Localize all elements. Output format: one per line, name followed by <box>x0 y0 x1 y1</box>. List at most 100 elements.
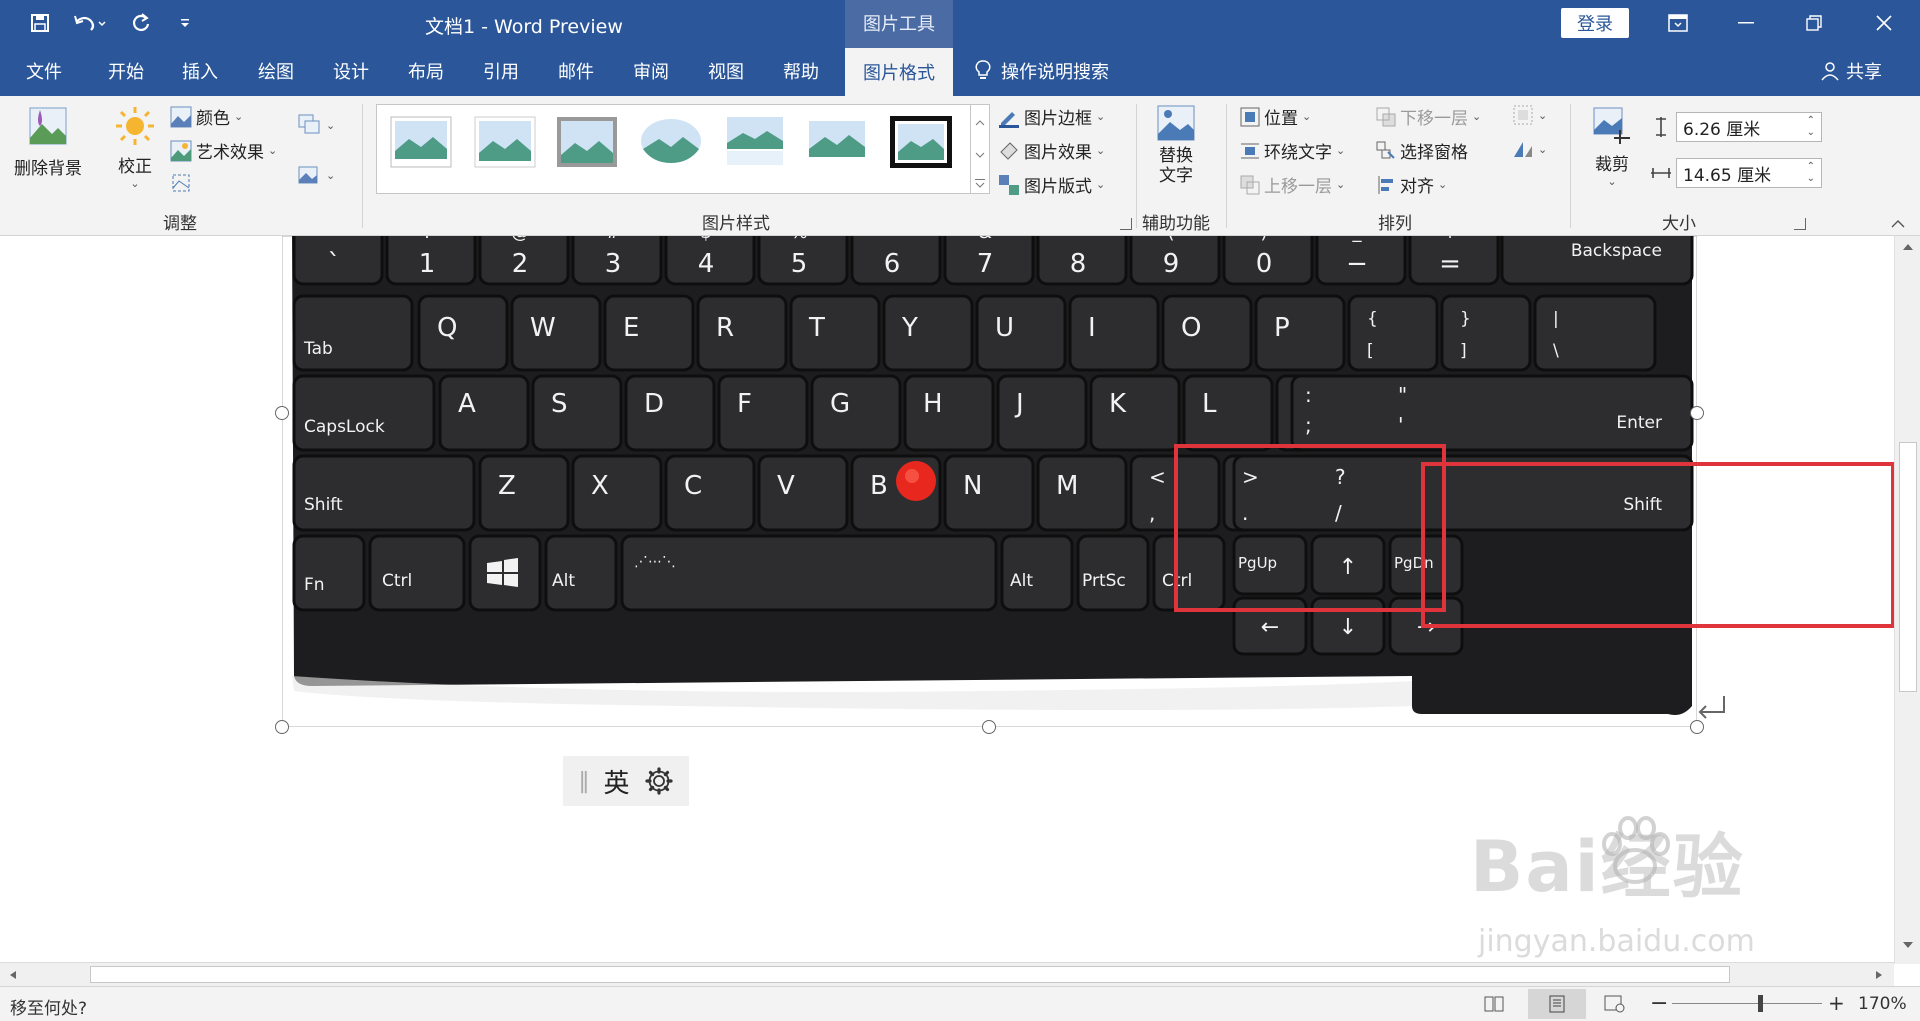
style-thumb[interactable] <box>389 115 453 169</box>
scroll-up-icon[interactable] <box>1900 240 1916 254</box>
resize-handle[interactable] <box>275 720 289 734</box>
resize-handle[interactable] <box>982 720 996 734</box>
align-label: 对齐 <box>1400 177 1434 197</box>
print-layout-button[interactable] <box>1528 989 1586 1019</box>
tab-draw[interactable]: 绘图 <box>258 46 294 96</box>
compress-pictures-button[interactable]: ⌄ <box>298 114 335 136</box>
vertical-scrollbar[interactable] <box>1894 236 1920 964</box>
style-thumb[interactable] <box>889 115 953 169</box>
ribbon-display-icon[interactable] <box>1644 0 1712 46</box>
corrections-button[interactable]: 校正 ⌄ <box>113 104 157 190</box>
resize-handle[interactable] <box>275 406 289 420</box>
style-thumb[interactable] <box>723 115 787 169</box>
send-backward-label: 下移一层 <box>1400 109 1468 129</box>
tab-file[interactable]: 文件 <box>26 46 62 96</box>
zoom-slider-thumb[interactable] <box>1758 995 1763 1012</box>
zoom-level[interactable]: 170% <box>1858 994 1907 1014</box>
key-symbol <box>1347 294 1439 372</box>
send-backward-button[interactable]: 下移一层 ⌄ <box>1376 104 1481 129</box>
change-picture-button[interactable]: ⌄ <box>298 164 335 186</box>
tab-mailings[interactable]: 邮件 <box>558 46 594 96</box>
document-area[interactable]: ~ `! 1 @2 #3 $4% 5 ^ 6 & 7 * 8 (9) 0 _ − + = Backspace Tab Q W… <box>0 236 1894 964</box>
style-thumb[interactable] <box>555 115 619 169</box>
tab-layout[interactable]: 布局 <box>408 46 444 96</box>
picture-layout-button[interactable]: 图片版式 ⌄ <box>998 172 1105 197</box>
gallery-scroll[interactable] <box>970 104 990 194</box>
style-thumb[interactable] <box>473 115 537 169</box>
tab-home[interactable]: 开始 <box>108 46 144 96</box>
style-thumb[interactable] <box>805 115 869 169</box>
tab-review[interactable]: 审阅 <box>633 46 669 96</box>
undo-icon[interactable] <box>68 8 114 38</box>
save-icon[interactable] <box>25 8 55 38</box>
close-icon[interactable] <box>1850 0 1918 46</box>
width-input[interactable]: 14.65 厘米 ⌃ ⌄ <box>1676 158 1822 188</box>
tab-picture-format[interactable]: 图片格式 <box>845 46 953 96</box>
wrap-text-button[interactable]: 环绕文字 ⌄ <box>1240 138 1345 163</box>
ime-toolbar[interactable]: ‖ 英 <box>563 756 689 806</box>
resize-handle[interactable] <box>1690 406 1704 420</box>
dialog-launcher-icon[interactable] <box>1120 218 1132 230</box>
zoom-out-icon[interactable]: − <box>1650 991 1668 1016</box>
tab-design[interactable]: 设计 <box>333 46 369 96</box>
zoom-in-icon[interactable]: + <box>1828 991 1845 1015</box>
customize-qat-icon[interactable] <box>170 8 200 38</box>
read-mode-icon[interactable] <box>1484 995 1504 1013</box>
tab-view[interactable]: 视图 <box>708 46 744 96</box>
key-label: ↓ <box>1339 615 1357 640</box>
picture-effects-label: 图片效果 <box>1024 143 1092 163</box>
key-Y <box>882 294 974 372</box>
align-button[interactable]: 对齐 ⌄ <box>1376 172 1447 197</box>
minimize-icon[interactable] <box>1712 0 1780 46</box>
vertical-scroll-thumb[interactable] <box>1899 442 1917 692</box>
restore-icon[interactable] <box>1780 0 1848 46</box>
goto-prompt[interactable]: 移至何处? <box>10 994 87 1019</box>
backlight-icon: ⋰⋯⋱ <box>634 554 676 570</box>
tab-insert[interactable]: 插入 <box>182 46 218 96</box>
transparency-button[interactable] <box>170 172 192 194</box>
scroll-right-icon[interactable] <box>1872 968 1886 982</box>
collapse-ribbon-icon[interactable] <box>1890 214 1910 230</box>
share-button[interactable]: 共享 <box>1820 46 1882 96</box>
selection-pane-button[interactable]: 选择窗格 <box>1376 138 1468 163</box>
remove-background-button[interactable]: 删除背景 <box>14 104 82 179</box>
height-input[interactable]: 6.26 厘米 ⌃ ⌄ <box>1676 112 1822 142</box>
alt-text-label: 替换 文字 <box>1159 146 1193 186</box>
web-layout-icon[interactable] <box>1604 995 1626 1013</box>
spinner-arrows-icon[interactable]: ⌃ ⌄ <box>1807 115 1815 139</box>
login-button[interactable]: 登录 <box>1561 8 1629 38</box>
gear-icon[interactable] <box>644 766 674 796</box>
ime-mode[interactable]: 英 <box>603 763 629 800</box>
color-button[interactable]: 颜色 ⌄ <box>170 104 243 129</box>
tab-references[interactable]: 引用 <box>483 46 519 96</box>
artistic-effects-button[interactable]: 艺术效果 ⌄ <box>170 138 277 163</box>
horizontal-scroll-thumb[interactable] <box>90 966 1730 983</box>
redo-icon[interactable] <box>126 8 156 38</box>
key-P <box>1254 294 1346 372</box>
scroll-down-icon[interactable] <box>1900 938 1916 952</box>
picture-styles-gallery[interactable] <box>376 104 972 194</box>
tell-me-search[interactable]: 操作说明搜索 <box>975 46 1109 96</box>
ime-drag-handle[interactable]: ‖ <box>578 769 589 794</box>
scroll-left-icon[interactable] <box>6 968 20 982</box>
alt-text-button[interactable]: 替换 文字 <box>1156 104 1196 186</box>
picture-border-button[interactable]: 图片边框 ⌄ <box>998 104 1105 129</box>
width-icon <box>1651 168 1671 178</box>
bring-forward-button[interactable]: 上移一层 ⌄ <box>1240 172 1345 197</box>
picture-effects-button[interactable]: 图片效果 ⌄ <box>998 138 1105 163</box>
alt-text-icon <box>1157 105 1195 141</box>
key-shift-label: * <box>1074 236 1083 243</box>
tab-help[interactable]: 帮助 <box>783 46 819 96</box>
key-label: E <box>623 313 639 343</box>
horizontal-scrollbar[interactable] <box>0 962 1894 986</box>
zoom-slider[interactable] <box>1672 1003 1822 1004</box>
key-Q <box>417 294 509 372</box>
position-button[interactable]: 位置 ⌄ <box>1240 104 1311 129</box>
group-button[interactable]: ⌄ <box>1512 104 1547 126</box>
style-thumb[interactable] <box>639 115 703 169</box>
spinner-arrows-icon[interactable]: ⌃ ⌄ <box>1807 161 1815 185</box>
dialog-launcher-icon[interactable] <box>1794 218 1806 230</box>
rotate-button[interactable]: ⌄ <box>1512 138 1547 160</box>
crop-button[interactable]: 裁剪 ⌄ <box>1590 104 1634 188</box>
key-Z <box>478 454 570 532</box>
